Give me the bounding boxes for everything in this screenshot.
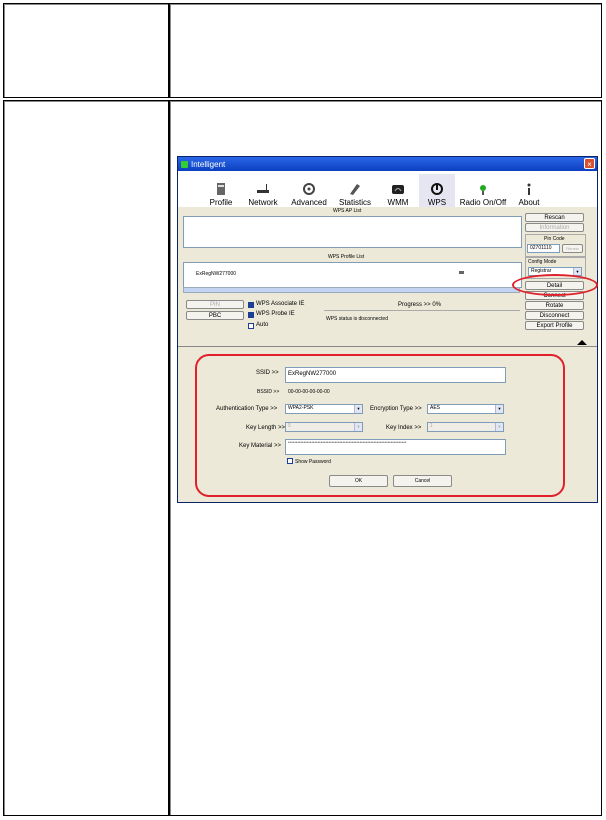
window-title: Intelligent xyxy=(191,159,226,169)
tab-wps[interactable]: WPS xyxy=(419,174,455,207)
config-mode-value: Registrar xyxy=(531,268,552,274)
auto-checkbox[interactable] xyxy=(248,323,254,329)
pin-button[interactable]: PIN xyxy=(186,300,244,309)
app-logo-icon xyxy=(181,160,188,168)
rescan-button[interactable]: Rescan xyxy=(525,213,584,222)
profile-list-title: WPS Profile List xyxy=(328,254,365,260)
tab-wmm[interactable]: WMM xyxy=(379,174,417,207)
pin-code-label: Pin Code xyxy=(544,236,565,242)
detail-button-highlight xyxy=(512,274,598,296)
tab-label: WPS xyxy=(427,198,447,207)
tab-label: WMM xyxy=(387,198,409,207)
tab-radio[interactable]: Radio On/Off xyxy=(457,174,509,207)
about-icon xyxy=(527,183,531,195)
table-cell-top-left xyxy=(3,3,169,98)
auto-label: Auto xyxy=(256,322,269,328)
pbc-button[interactable]: PBC xyxy=(186,311,244,320)
tab-label: Radio On/Off xyxy=(459,198,507,207)
horizontal-scrollbar[interactable] xyxy=(183,287,520,293)
collapse-arrow-icon[interactable] xyxy=(577,340,587,345)
information-button[interactable]: Information xyxy=(525,223,584,232)
advanced-icon xyxy=(303,183,315,195)
wps-icon xyxy=(431,183,443,195)
wps-probe-ie-label: WPS Probe IE xyxy=(256,311,295,317)
config-mode-label: Config Mode xyxy=(528,259,557,265)
wps-probe-ie-checkbox[interactable] xyxy=(248,312,254,318)
export-profile-button[interactable]: Export Profile xyxy=(525,321,584,330)
tab-label: Network xyxy=(248,198,278,207)
renew-button[interactable]: Renew xyxy=(562,244,583,253)
tab-label: About xyxy=(518,198,540,207)
title-bar: Intelligent × xyxy=(178,157,597,171)
progress-label: Progress >> 0% xyxy=(398,302,442,308)
main-toolbar: Profile Network Advanced Statistics WMM … xyxy=(178,171,597,207)
ap-list-title: WPS AP List xyxy=(333,208,362,214)
chevron-down-icon: ▼ xyxy=(573,268,581,275)
tab-network[interactable]: Network xyxy=(241,174,285,207)
pin-code-field[interactable]: 02701110 xyxy=(527,244,560,253)
wmm-icon xyxy=(392,185,404,194)
tab-label: Statistics xyxy=(338,198,371,207)
statistics-icon xyxy=(350,184,360,195)
wps-status-text: WPS status is disconnected xyxy=(326,316,388,322)
table-cell-bottom-left xyxy=(3,100,169,816)
wps-profile-list[interactable]: ExRegNW277000 xyxy=(183,262,522,288)
pin-code-group: Pin Code 02701110 Renew xyxy=(525,234,586,257)
detail-highlight-box xyxy=(195,354,565,497)
tab-label: Advanced xyxy=(291,198,327,207)
wps-ap-list[interactable] xyxy=(183,216,522,248)
network-icon xyxy=(257,184,269,193)
rotate-button[interactable]: Rotate xyxy=(525,301,584,310)
lock-icon xyxy=(459,271,464,274)
wps-associate-ie-label: WPS Associate IE xyxy=(256,301,305,307)
tab-statistics[interactable]: Statistics xyxy=(333,174,377,207)
panel-divider xyxy=(178,346,597,347)
tab-advanced[interactable]: Advanced xyxy=(287,174,331,207)
disconnect-button[interactable]: Disconnect xyxy=(525,311,584,320)
tab-profile[interactable]: Profile xyxy=(203,174,239,207)
profile-list-item[interactable]: ExRegNW277000 xyxy=(196,271,236,277)
tab-about[interactable]: About xyxy=(511,174,547,207)
close-button[interactable]: × xyxy=(584,158,595,169)
profile-icon xyxy=(217,183,225,195)
tab-label: Profile xyxy=(209,198,233,207)
progress-bar xyxy=(324,310,520,311)
radio-icon xyxy=(480,185,486,195)
table-cell-top-right xyxy=(169,3,602,98)
wps-associate-ie-checkbox[interactable] xyxy=(248,302,254,308)
